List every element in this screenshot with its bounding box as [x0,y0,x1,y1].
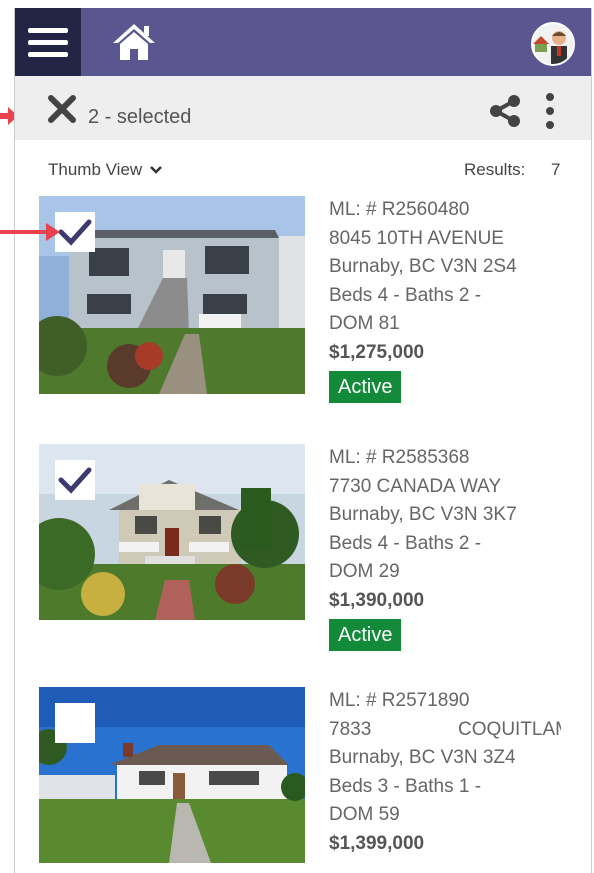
listing-info: ML: # R2560480 8045 10TH AVENUE Burnaby,… [329,196,591,403]
view-row: Thumb View Results: 7 [15,156,591,182]
days-on-market: DOM 81 [329,313,400,334]
ml-number: ML: # R2571890 [329,690,470,711]
days-on-market: DOM 59 [329,804,400,825]
listing-price: $1,390,000 [329,589,425,611]
more-options-icon[interactable] [543,93,557,129]
city-address: Burnaby, BC V3N 3Z4 [329,747,516,768]
listing-photo[interactable] [39,687,305,863]
selected-count: 2 - selected [88,106,192,128]
selection-bar: 2 - selected [15,76,591,140]
annotation-arrow-checkbox [0,223,60,241]
top-bar [15,8,591,76]
street-name: COQUITLAM [458,718,561,740]
results-count: 7 [551,160,561,179]
street-address: 7833 COQUITLAM [329,716,561,745]
listing-select-checkbox[interactable] [55,703,95,743]
beds-baths: Beds 3 - Baths 1 - [329,775,482,797]
ml-number: ML: # R2585368 [329,447,470,468]
beds-baths: Beds 4 - Baths 2 - [329,532,482,554]
ml-number: ML: # R2560480 [329,199,470,220]
city-address: Burnaby, BC V3N 3K7 [329,504,517,525]
close-icon[interactable] [47,94,77,124]
listing-photo[interactable] [39,444,305,620]
listing-info: ML: # R2571890 7833 COQUITLAM Burnaby, B… [329,687,591,858]
status-badge: Active [329,371,402,403]
home-icon[interactable] [111,22,157,62]
beds-baths: Beds 4 - Baths 2 - [329,284,482,306]
app-frame: 2 - selected Thumb View Results: 7 ML: #… [14,8,592,873]
city-address: Burnaby, BC V3N 2S4 [329,256,517,277]
street-address: 8045 10TH AVENUE [329,227,504,249]
listing-price: $1,399,000 [329,832,425,854]
user-avatar[interactable] [531,22,575,66]
street-address: 7730 CANADA WAY [329,475,502,497]
hamburger-icon [28,27,68,33]
share-icon[interactable] [487,93,523,129]
listing-select-checkbox[interactable] [55,460,95,500]
listing-photo[interactable] [39,196,305,394]
view-mode-dropdown[interactable]: Thumb View [48,160,163,180]
status-badge: Active [329,619,402,651]
days-on-market: DOM 29 [329,561,400,582]
avatar-image [533,24,573,64]
listing-info: ML: # R2585368 7730 CANADA WAY Burnaby, … [329,444,591,651]
hamburger-menu-button[interactable] [15,8,81,76]
chevron-down-icon [150,166,162,174]
checkmark-icon [58,467,92,494]
street-number: 7833 [329,718,372,740]
listing-price: $1,275,000 [329,341,425,363]
results-label: Results: [464,160,526,179]
